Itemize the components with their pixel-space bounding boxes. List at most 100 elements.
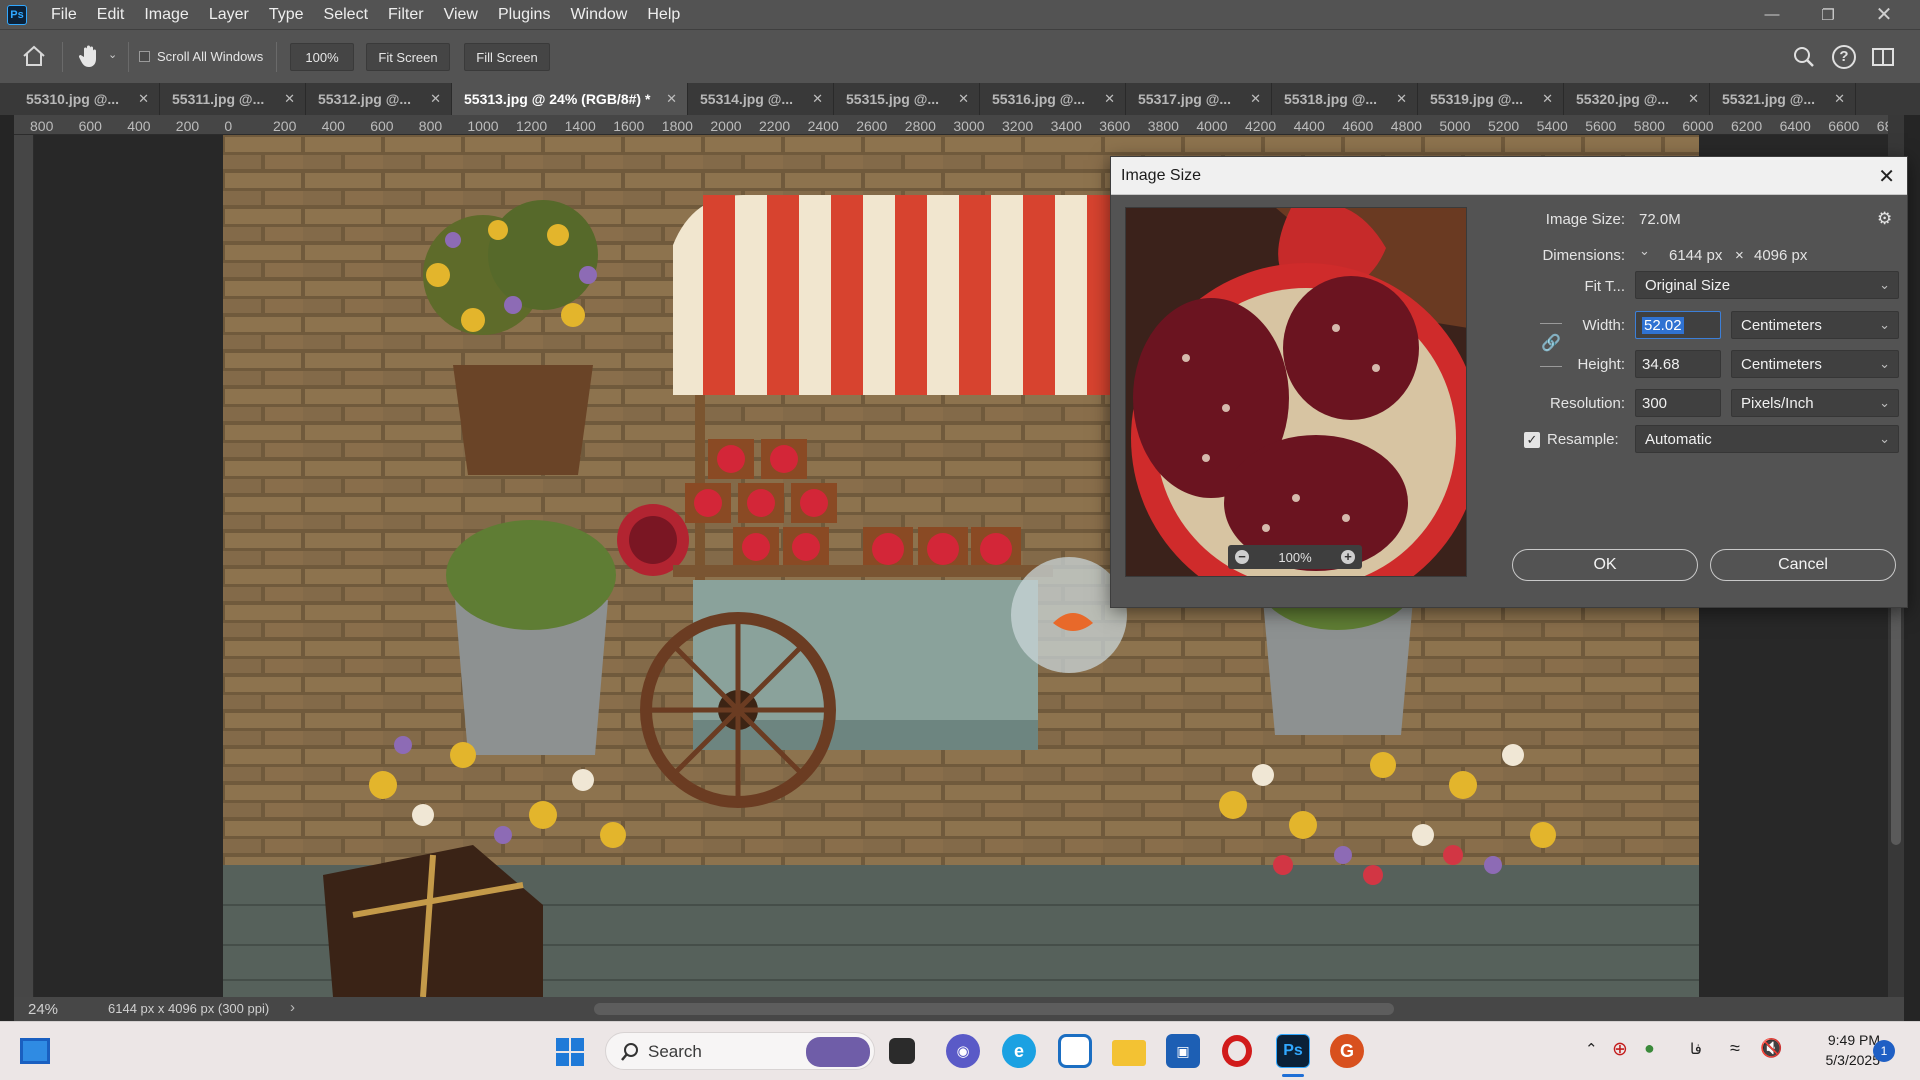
wifi-icon[interactable]: ≈ [1730, 1038, 1740, 1059]
zoom-in-icon[interactable]: + [1341, 550, 1355, 564]
close-icon[interactable]: ✕ [1542, 91, 1553, 107]
close-window-button[interactable]: ✕ [1856, 0, 1912, 29]
grammarly-icon[interactable]: G [1330, 1034, 1364, 1068]
restore-button[interactable]: ❐ [1800, 0, 1856, 29]
zoom-level[interactable]: 24% [28, 1001, 58, 1018]
menu-help[interactable]: Help [637, 0, 690, 29]
chevron-right-icon[interactable]: › [290, 999, 295, 1016]
workspace-icon[interactable] [1872, 48, 1894, 66]
tab-55316[interactable]: 55316.jpg @... ✕ [980, 83, 1126, 115]
resample-dropdown[interactable]: Automatic ⌄ [1635, 425, 1899, 453]
store-icon[interactable]: ▣ [1166, 1034, 1200, 1068]
menu-layer[interactable]: Layer [199, 0, 259, 29]
fit-to-value: Original Size [1645, 276, 1731, 294]
horizontal-ruler[interactable]: 800 600 400 200 0 200 400 600 800 1000 1200 1400 160… [14, 115, 1904, 135]
close-icon[interactable]: ✕ [284, 91, 295, 107]
tab-55320[interactable]: 55320.jpg @... ✕ [1564, 83, 1710, 115]
tab-55317[interactable]: 55317.jpg @... ✕ [1126, 83, 1272, 115]
gear-icon[interactable]: ⚙ [1877, 209, 1892, 229]
scroll-all-windows-checkbox[interactable] [139, 51, 150, 62]
hand-tool-icon[interactable] [76, 43, 102, 74]
close-icon[interactable]: ✕ [1688, 91, 1699, 107]
tab-55310[interactable]: 55310.jpg @... ✕ [14, 83, 160, 115]
menu-window[interactable]: Window [560, 0, 637, 29]
menu-select[interactable]: Select [314, 0, 378, 29]
close-icon[interactable]: ✕ [1104, 91, 1115, 107]
file-explorer-icon[interactable] [1112, 1040, 1146, 1066]
start-icon[interactable] [556, 1038, 584, 1066]
photoshop-taskbar-icon[interactable]: Ps [1276, 1034, 1310, 1068]
resolution-unit-dropdown[interactable]: Pixels/Inch ⌄ [1731, 389, 1899, 417]
menu-image[interactable]: Image [134, 0, 198, 29]
close-icon[interactable]: ✕ [958, 91, 969, 107]
menu-filter[interactable]: Filter [378, 0, 434, 29]
menu-view[interactable]: View [434, 0, 488, 29]
width-unit-dropdown[interactable]: Centimeters ⌄ [1731, 311, 1899, 339]
menu-edit[interactable]: Edit [87, 0, 135, 29]
menu-type[interactable]: Type [259, 0, 314, 29]
resolution-value: 300 [1642, 394, 1668, 412]
tab-55314[interactable]: 55314.jpg @... ✕ [688, 83, 834, 115]
cancel-button[interactable]: Cancel [1710, 549, 1896, 581]
search-icon[interactable] [1792, 45, 1816, 74]
dialog-titlebar[interactable]: Image Size ✕ [1111, 157, 1907, 195]
tab-55321[interactable]: 55321.jpg @... ✕ [1710, 83, 1856, 115]
link-icon[interactable]: 🔗 [1541, 333, 1561, 353]
chevron-up-icon[interactable]: ⌃ [1585, 1040, 1598, 1058]
menu-file[interactable]: File [41, 0, 87, 29]
resample-checkbox[interactable]: ✓ [1524, 432, 1540, 448]
copilot-icon[interactable] [1058, 1034, 1092, 1068]
ruler-tick-label: 3600 [1099, 118, 1131, 134]
tab-55318[interactable]: 55318.jpg @... ✕ [1272, 83, 1418, 115]
height-unit-dropdown[interactable]: Centimeters ⌄ [1731, 350, 1899, 378]
tab-55313-active[interactable]: 55313.jpg @ 24% (RGB/8#) * ✕ [452, 83, 688, 115]
language-indicator[interactable]: فا [1690, 1040, 1702, 1058]
edge-icon[interactable]: e [1002, 1034, 1036, 1068]
tab-label: 55318.jpg @... [1284, 91, 1378, 107]
minimize-button[interactable]: — [1744, 0, 1800, 29]
close-icon[interactable]: ✕ [1834, 91, 1845, 107]
notification-badge[interactable]: 1 [1873, 1040, 1895, 1062]
zoom-100-button[interactable]: 100% [290, 43, 354, 71]
tab-55315[interactable]: 55315.jpg @... ✕ [834, 83, 980, 115]
ok-button[interactable]: OK [1512, 549, 1698, 581]
document-info[interactable]: 6144 px x 4096 px (300 ppi) [108, 1001, 269, 1016]
chevron-down-icon[interactable]: ⌄ [108, 48, 117, 61]
close-icon[interactable]: ✕ [1878, 164, 1895, 189]
close-icon[interactable]: ✕ [666, 91, 677, 107]
close-icon[interactable]: ✕ [430, 91, 441, 107]
vpn-icon[interactable]: ⊕ [1612, 1038, 1628, 1061]
zoom-out-icon[interactable]: − [1235, 550, 1249, 564]
menu-plugins[interactable]: Plugins [488, 0, 560, 29]
volume-icon[interactable]: 🔇 [1760, 1038, 1782, 1059]
globe-icon[interactable]: ● [1644, 1038, 1655, 1059]
tab-55312[interactable]: 55312.jpg @... ✕ [306, 83, 452, 115]
resolution-input[interactable]: 300 [1635, 389, 1721, 417]
chevron-down-icon[interactable]: ⌄ [1639, 243, 1650, 259]
clock[interactable]: 9:49 PM 5/3/2025 [1800, 1030, 1881, 1070]
vertical-ruler[interactable] [14, 135, 34, 997]
close-icon[interactable]: ✕ [812, 91, 823, 107]
opera-icon[interactable] [1222, 1035, 1252, 1067]
ruler-tick-label: 1200 [516, 118, 548, 134]
tab-55319[interactable]: 55319.jpg @... ✕ [1418, 83, 1564, 115]
width-input[interactable]: 52.02 [1635, 311, 1721, 339]
height-unit: Centimeters [1741, 355, 1822, 373]
close-icon[interactable]: ✕ [1396, 91, 1407, 107]
teams-icon[interactable]: ◉ [946, 1034, 980, 1068]
height-input[interactable]: 34.68 [1635, 350, 1721, 378]
help-icon[interactable]: ? [1832, 45, 1856, 69]
fit-to-dropdown[interactable]: Original Size ⌄ [1635, 271, 1899, 299]
ruler-tick-label: 2000 [710, 118, 742, 134]
fit-screen-button[interactable]: Fit Screen [366, 43, 450, 71]
fill-screen-button[interactable]: Fill Screen [464, 43, 550, 71]
close-icon[interactable]: ✕ [1250, 91, 1261, 107]
horizontal-scroll-thumb[interactable] [594, 1003, 1394, 1015]
search-box[interactable]: Search [605, 1032, 875, 1070]
tab-55311[interactable]: 55311.jpg @... ✕ [160, 83, 306, 115]
home-icon[interactable] [22, 45, 46, 72]
image-preview[interactable]: − 100% + [1125, 207, 1467, 577]
widgets-icon[interactable] [20, 1038, 50, 1064]
task-view-icon[interactable] [889, 1038, 915, 1064]
close-icon[interactable]: ✕ [138, 91, 149, 107]
